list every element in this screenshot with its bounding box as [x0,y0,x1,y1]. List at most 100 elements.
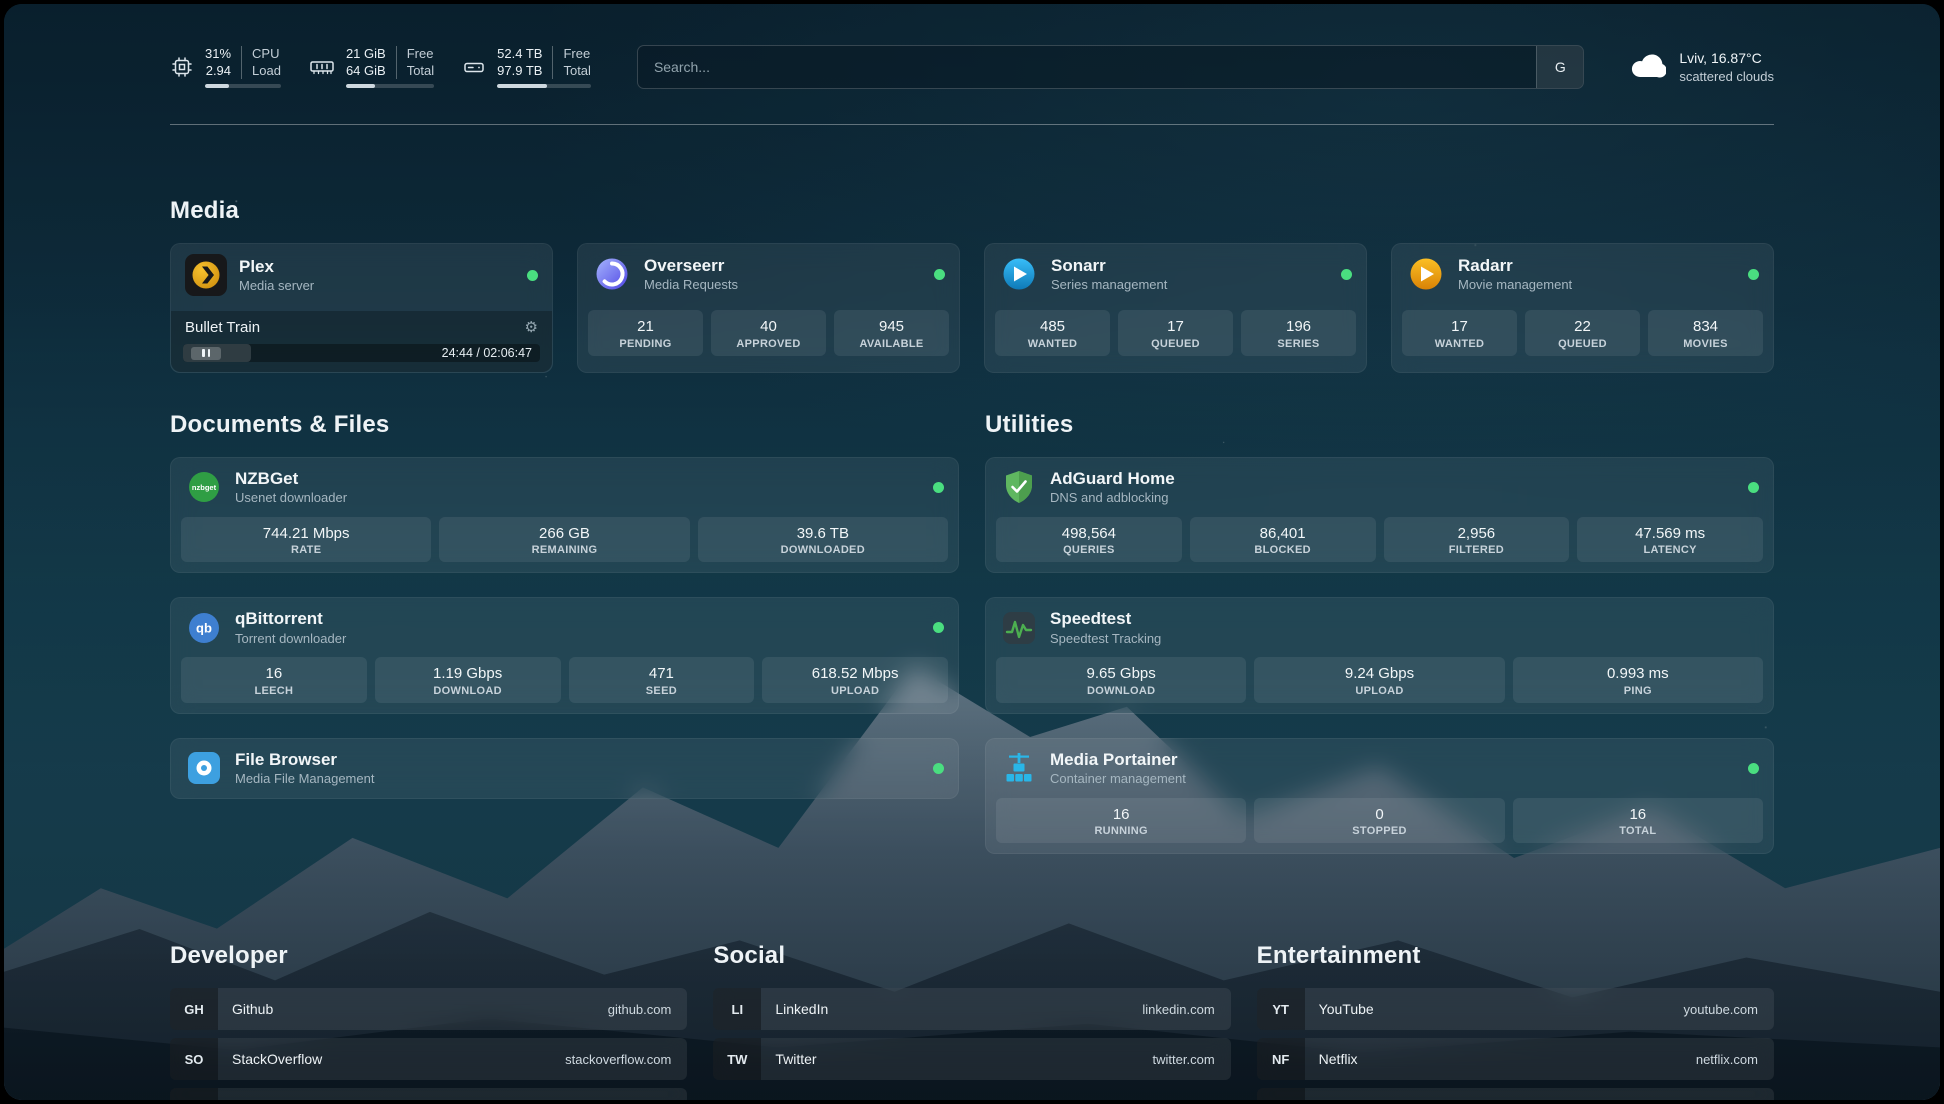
service-card-qbittorrent[interactable]: qb qBittorrent Torrent downloader [170,597,959,713]
stat-available: 945 AVAILABLE [834,310,949,356]
stat-wanted: 485 WANTED [995,310,1110,356]
svg-text:nzbget: nzbget [192,483,217,492]
bookmark-stackoverflow[interactable]: SO StackOverflow stackoverflow.com [170,1038,687,1080]
bookmark-name: Github [232,1001,273,1017]
stat-upload: 9.24 Gbps UPLOAD [1254,657,1504,703]
status-dot [933,482,944,493]
service-card-radarr[interactable]: Radarr Movie management 17 WANTED 2 [1391,243,1774,373]
bookmark-github[interactable]: GH Github github.com [170,988,687,1030]
section-utilities: Utilities [985,411,1774,854]
dashboard-window: 31% 2.94 CPU Load [0,0,1944,1104]
plex-icon [185,254,227,296]
bookmark-name: Twitter [775,1051,816,1067]
overseerr-icon [592,254,632,294]
search-provider-button[interactable]: G [1536,46,1583,88]
service-card-speedtest[interactable]: Speedtest Speedtest Tracking 9.65 Gbps D… [985,597,1774,713]
stat-remaining: 266 GB REMAINING [439,517,689,563]
qbittorrent-icon: qb [185,609,223,647]
bookmark-abbr: GH [170,988,218,1030]
stat-download: 1.19 Gbps DOWNLOAD [375,657,561,703]
settings-gear-icon[interactable]: ⚙ [525,320,538,335]
dashboard-content: 31% 2.94 CPU Load [4,4,1940,1100]
utilities-section-title: Utilities [985,411,1774,439]
bookmark-url: twitter.com [1153,1052,1215,1067]
playback-time: 24:44 / 02:06:47 [442,346,532,360]
search-box: G [637,45,1584,89]
bookmark-abbr: SO [170,1038,218,1080]
bookmark-netflix[interactable]: NF Netflix netflix.com [1257,1038,1774,1080]
service-name: Overseerr [644,255,738,277]
bookmark-dev[interactable]: DT DEV dev.to [170,1088,687,1100]
service-subtitle: Usenet downloader [235,490,347,507]
bookmark-name: YouTube [1319,1001,1374,1017]
stat-queries: 498,564 QUERIES [996,517,1182,563]
bookmark-name: LinkedIn [775,1001,828,1017]
service-card-portainer[interactable]: Media Portainer Container management 16 … [985,738,1774,854]
cpu-icon [170,55,194,79]
stat-leech: 16 LEECH [181,657,367,703]
bookmark-abbr: TW [713,1038,761,1080]
radarr-icon [1406,254,1446,294]
service-card-nzbget[interactable]: nzbget NZBGet Usenet downloader [170,457,959,573]
cpu-bar [205,84,281,88]
service-card-plex[interactable]: Plex Media server Bullet Train ⚙ [170,243,553,373]
service-name: Plex [239,256,314,278]
bookmark-group-entertainment: Entertainment YT YouTube youtube.com NF … [1257,942,1774,1100]
bookmark-url: netflix.com [1696,1052,1758,1067]
bookmark-linkedin[interactable]: LI LinkedIn linkedin.com [713,988,1230,1030]
bookmark-reddit[interactable]: RE Reddit reddit.com [1257,1088,1774,1100]
entertainment-section-title: Entertainment [1257,942,1774,970]
stat-series: 196 SERIES [1241,310,1356,356]
stat-filtered: 2,956 FILTERED [1384,517,1570,563]
stat-blocked: 86,401 BLOCKED [1190,517,1376,563]
weather-condition: scattered clouds [1679,68,1774,86]
ram-bar [346,84,434,88]
service-subtitle: Series management [1051,277,1167,294]
stat-movies: 834 MOVIES [1648,310,1763,356]
disk-bar [497,84,591,88]
bookmark-abbr: LI [713,988,761,1030]
service-subtitle: Speedtest Tracking [1050,631,1161,648]
search-input[interactable] [638,46,1536,88]
service-card-sonarr[interactable]: Sonarr Series management 485 WANTED [984,243,1367,373]
bookmark-youtube[interactable]: YT YouTube youtube.com [1257,988,1774,1030]
service-subtitle: Container management [1050,771,1186,788]
bookmark-twitter[interactable]: TW Twitter twitter.com [713,1038,1230,1080]
cloud-icon [1630,51,1666,83]
media-section-title: Media [170,197,1774,225]
status-dot [1341,269,1352,280]
disk-labels: Free Total [552,46,590,80]
middle-columns: Documents & Files nzbget [170,411,1774,854]
service-name: File Browser [235,749,374,771]
social-section-title: Social [713,942,1230,970]
documents-section-title: Documents & Files [170,411,959,439]
sonarr-icon [999,254,1039,294]
bookmark-abbr: YT [1257,988,1305,1030]
speedtest-icon [1000,609,1038,647]
service-card-overseerr[interactable]: Overseerr Media Requests 21 PENDING [577,243,960,373]
playback-progress-bar[interactable]: 24:44 / 02:06:47 [183,344,540,362]
service-subtitle: DNS and adblocking [1050,490,1175,507]
status-dot [1748,482,1759,493]
bookmark-name: Netflix [1319,1051,1358,1067]
ram-free: 21 GiB [346,46,386,63]
cpu-widget: 31% 2.94 CPU Load [170,46,281,89]
nzbget-icon: nzbget [185,468,223,506]
cpu-load: 2.94 [206,63,231,80]
bookmark-abbr: NF [1257,1038,1305,1080]
disk-values: 52.4 TB 97.9 TB [497,46,552,80]
service-name: AdGuard Home [1050,468,1175,490]
section-documents: Documents & Files nzbget [170,411,959,799]
bookmarks-row: Developer GH Github github.com SO StackO… [170,942,1774,1100]
stat-queued: 17 QUEUED [1118,310,1233,356]
service-card-adguard[interactable]: AdGuard Home DNS and adblocking 498,564 … [985,457,1774,573]
weather-location: Lviv, 16.87°C [1679,49,1774,68]
service-card-filebrowser[interactable]: File Browser Media File Management [170,738,959,799]
status-dot [933,763,944,774]
disk-icon [462,55,486,79]
service-subtitle: Torrent downloader [235,631,346,648]
stat-stopped: 0 STOPPED [1254,798,1504,844]
pause-button[interactable] [191,347,221,360]
status-dot [527,270,538,281]
ram-values: 21 GiB 64 GiB [346,46,396,80]
